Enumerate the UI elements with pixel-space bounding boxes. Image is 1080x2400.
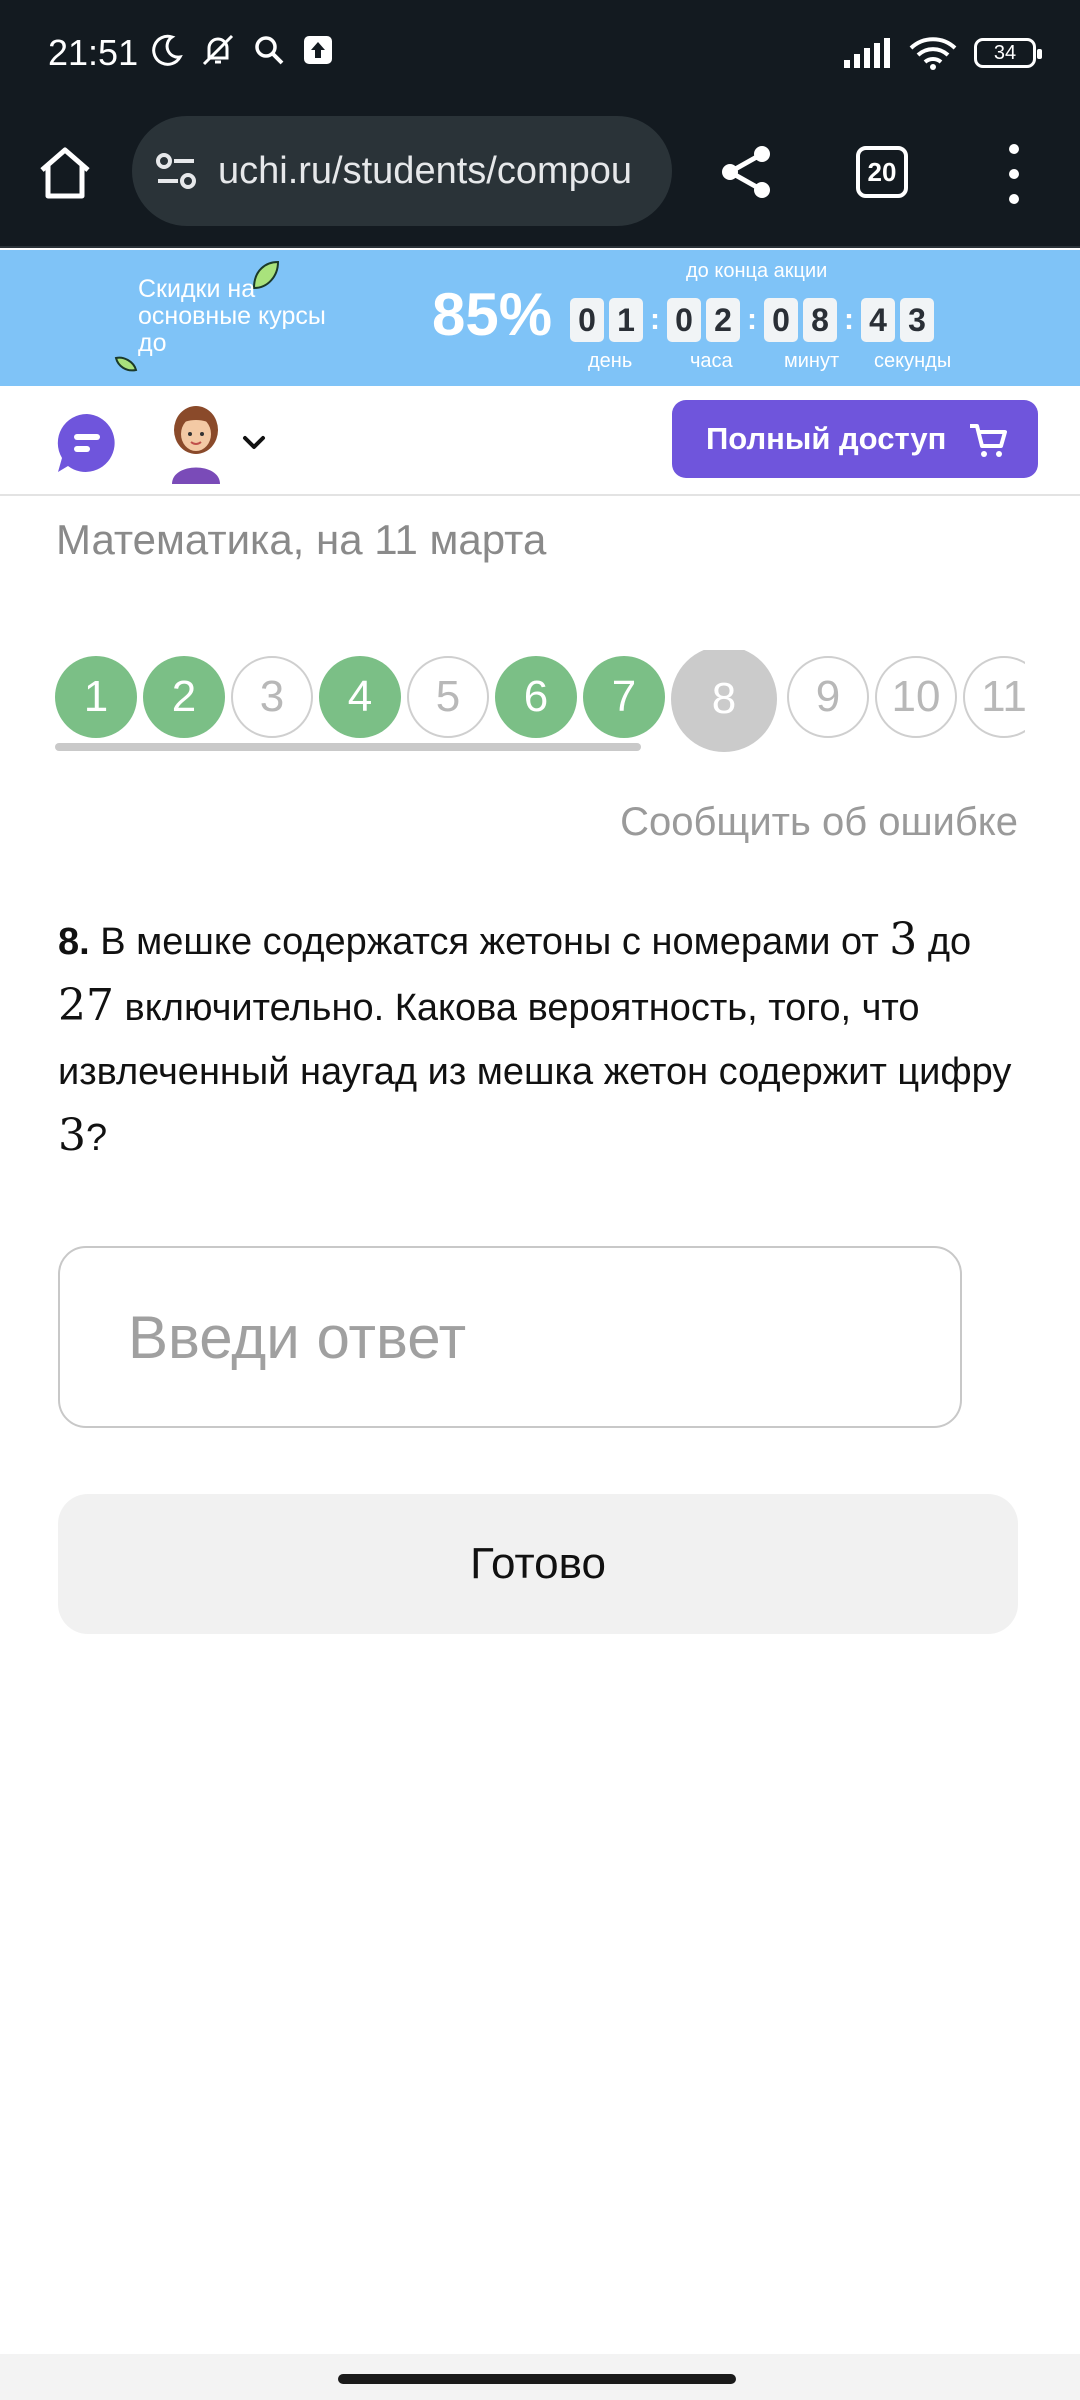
step-5[interactable]: 5 bbox=[407, 656, 489, 738]
step-7[interactable]: 7 bbox=[583, 656, 665, 738]
promo-text: Скидки на основные курсы до bbox=[138, 275, 326, 357]
submit-label: Готово bbox=[470, 1539, 606, 1588]
task-steps: 1 2 3 4 5 6 7 8 9 10 11 bbox=[55, 650, 1025, 760]
step-label: 5 bbox=[435, 672, 461, 721]
step-label: 8 bbox=[711, 674, 737, 723]
promo-banner[interactable]: Скидки на основные курсы до 85% до конца… bbox=[0, 250, 1080, 386]
status-time: 21:51 bbox=[48, 32, 139, 73]
bell-off-icon bbox=[202, 34, 234, 66]
question-text: 8. В мешке содержатся жетоны с номерами … bbox=[58, 908, 1018, 1170]
moon-icon bbox=[152, 34, 183, 66]
step-10[interactable]: 10 bbox=[875, 656, 957, 738]
tab-count: 20 bbox=[867, 156, 897, 187]
timer-label-days: день bbox=[588, 350, 633, 372]
timer-digit: 1 bbox=[609, 298, 643, 342]
home-icon[interactable] bbox=[36, 144, 94, 202]
report-error-link[interactable]: Сообщить об ошибке bbox=[620, 800, 1018, 845]
signal-icon bbox=[844, 38, 890, 68]
step-11[interactable]: 11 bbox=[963, 656, 1025, 738]
step-label: 11 bbox=[981, 672, 1025, 721]
tabs-icon[interactable]: 20 bbox=[856, 146, 908, 198]
question-part: до bbox=[917, 921, 972, 963]
search-icon bbox=[255, 36, 284, 65]
timer-separator: : bbox=[747, 303, 757, 336]
step-3[interactable]: 3 bbox=[231, 656, 313, 738]
step-label: 6 bbox=[523, 672, 549, 721]
timer-digit: 8 bbox=[803, 298, 837, 342]
question-part: В мешке содержатся жетоны с номерами от bbox=[89, 921, 890, 963]
step-1[interactable]: 1 bbox=[55, 656, 137, 738]
battery-level: 34 bbox=[993, 41, 1017, 64]
step-label: 7 bbox=[611, 672, 637, 721]
step-6[interactable]: 6 bbox=[495, 656, 577, 738]
status-icons-right: 34 bbox=[844, 36, 1042, 70]
cart-icon bbox=[970, 424, 1007, 457]
step-label: 10 bbox=[891, 672, 941, 721]
question-number-value: 3 bbox=[58, 1110, 86, 1161]
timer-separator: : bbox=[650, 303, 660, 336]
question-number-value: 3 bbox=[889, 914, 918, 965]
url-text[interactable]: uchi.ru/students/compou bbox=[218, 150, 632, 193]
timer-digit: 0 bbox=[570, 298, 604, 342]
timer-label-minutes: минут bbox=[784, 350, 840, 372]
question-part: ? bbox=[86, 1117, 108, 1159]
question-part: включительно. Какова вероятность, того, … bbox=[58, 987, 1012, 1093]
step-label: 1 bbox=[83, 672, 109, 721]
chevron-down-icon[interactable] bbox=[240, 428, 268, 456]
lesson-title: Математика, на 11 марта bbox=[56, 516, 547, 563]
question-number-value: 27 bbox=[58, 980, 114, 1031]
home-gesture-handle[interactable] bbox=[338, 2374, 736, 2384]
status-bar: 21:51 34 bbox=[0, 0, 1080, 108]
step-label: 4 bbox=[347, 672, 373, 721]
status-icons-left bbox=[150, 32, 334, 68]
more-vert-icon[interactable] bbox=[996, 144, 1032, 204]
submit-button[interactable]: Готово bbox=[58, 1494, 1018, 1634]
full-access-label: Полный доступ bbox=[706, 421, 947, 456]
timer-label-hours: часа bbox=[690, 350, 733, 372]
battery-icon: 34 bbox=[974, 38, 1042, 68]
timer-labels: день часа минут секунды bbox=[0, 350, 1080, 380]
step-label: 2 bbox=[171, 672, 197, 721]
timer-digit: 3 bbox=[900, 298, 934, 342]
step-label: 3 bbox=[259, 672, 285, 721]
avatar[interactable] bbox=[164, 402, 228, 484]
timer-label-seconds: секунды bbox=[874, 350, 952, 372]
upload-icon bbox=[304, 36, 332, 64]
answer-input[interactable] bbox=[58, 1246, 962, 1428]
step-9[interactable]: 9 bbox=[787, 656, 869, 738]
timer-digit: 0 bbox=[667, 298, 701, 342]
full-access-button[interactable]: Полный доступ bbox=[672, 400, 1038, 478]
app-header: Полный доступ bbox=[0, 386, 1080, 496]
chat-icon[interactable] bbox=[54, 410, 120, 476]
wifi-icon bbox=[909, 37, 957, 70]
step-label: 9 bbox=[815, 672, 841, 721]
timer-digit: 2 bbox=[706, 298, 740, 342]
progress-line bbox=[55, 743, 641, 751]
countdown-timer: 0 1 : 0 2 : 0 8 : 4 3 bbox=[570, 298, 939, 342]
address-bar[interactable]: uchi.ru/students/compou bbox=[132, 116, 672, 226]
step-4[interactable]: 4 bbox=[319, 656, 401, 738]
step-8[interactable]: 8 bbox=[671, 650, 777, 752]
timer-separator: : bbox=[844, 303, 854, 336]
promo-caption: до конца акции bbox=[686, 260, 828, 282]
timer-digit: 0 bbox=[764, 298, 798, 342]
timer-digit: 4 bbox=[861, 298, 895, 342]
browser-toolbar: uchi.ru/students/compou 20 bbox=[0, 108, 1080, 248]
system-nav-bar bbox=[0, 2354, 1080, 2400]
share-icon[interactable] bbox=[716, 142, 776, 202]
site-settings-icon[interactable] bbox=[154, 151, 198, 191]
step-2[interactable]: 2 bbox=[143, 656, 225, 738]
question-number: 8. bbox=[58, 921, 90, 963]
promo-percent: 85% bbox=[432, 281, 553, 348]
